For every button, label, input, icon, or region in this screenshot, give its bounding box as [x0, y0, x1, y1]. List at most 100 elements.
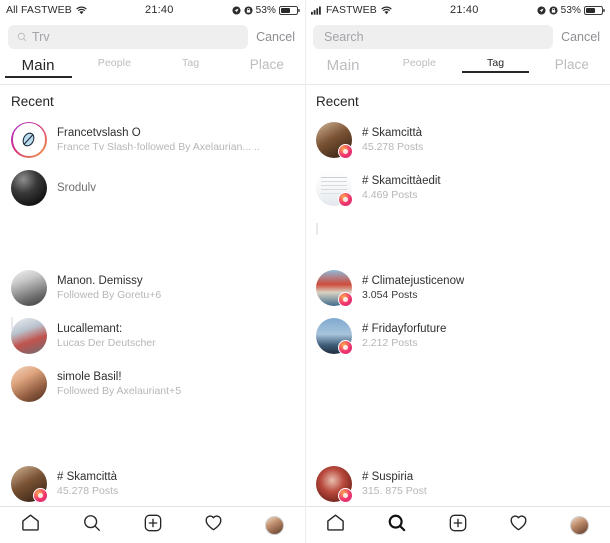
recent-results-list[interactable]: Recent # Skamcittà 45.278 Posts # Skamci [305, 85, 610, 506]
tab-tag[interactable]: Tag [458, 54, 534, 73]
list-item-text: # Skamcittà 45.278 Posts [362, 127, 423, 153]
list-item[interactable]: # Skamcittà 45.278 Posts [305, 116, 610, 163]
carrier-label: FASTWEB [326, 4, 377, 16]
sphere-avatar [11, 169, 47, 206]
rotation-lock-icon [244, 5, 253, 15]
recent-section-title: Recent [316, 94, 359, 109]
list-item-title: Manon. Demissy [57, 274, 143, 287]
add-post-icon [143, 513, 163, 538]
avatar [316, 121, 353, 159]
list-item-text: # Skamcittà 45.278 Posts [57, 471, 118, 497]
nav-search-button[interactable] [70, 510, 114, 540]
search-input[interactable]: Search [313, 25, 554, 49]
avatar [316, 465, 353, 503]
list-item[interactable]: # Fridayforfuture 2.212 Posts [305, 312, 610, 359]
avatar [11, 169, 47, 206]
phone-screen-left: All FASTWEB 21:40 53% Trv Cancel Main Pe… [0, 0, 305, 543]
list-item-text: # Suspiria 315. 875 Post [362, 471, 427, 497]
list-item-subtitle: 45.278 Posts [57, 484, 119, 497]
search-input-value: Trv [32, 30, 50, 44]
recent-results-list[interactable]: Recent Francetvslash O France Tv Slash·f… [0, 85, 305, 506]
list-item-title: # Skamcittàedit [362, 174, 441, 187]
heart-icon [203, 512, 224, 538]
battery-percent-label: 53% [560, 4, 581, 16]
list-item[interactable]: # Skamcittàedit 4.469 Posts [305, 164, 610, 211]
list-item[interactable]: Francetvslash O France Tv Slash·followed… [0, 116, 305, 163]
nav-activity-button[interactable] [192, 510, 236, 540]
clock-label: 21:40 [450, 4, 479, 16]
list-item[interactable]: simole Basil! Followed By Axelauriant+5 [0, 360, 305, 407]
nav-profile-button[interactable] [253, 510, 297, 540]
nav-profile-button[interactable] [558, 510, 602, 540]
dual-screenshot-container: All FASTWEB 21:40 53% Trv Cancel Main Pe… [0, 0, 610, 543]
list-item-title: Francetvslash O [57, 126, 141, 139]
search-tabs: Main People Tag Place [0, 54, 305, 85]
avatar [316, 169, 353, 207]
tab-main[interactable]: Main [305, 54, 381, 74]
search-icon [82, 513, 102, 538]
hashtag-badge-icon [338, 291, 353, 307]
search-input[interactable]: Trv [8, 25, 249, 49]
location-arrow-icon [537, 5, 546, 15]
status-bar-left: All FASTWEB [6, 4, 87, 16]
hashtag-badge-icon [338, 191, 353, 207]
nav-search-button[interactable] [375, 510, 419, 540]
avatar [11, 317, 47, 354]
list-item[interactable]: Srodulv [0, 164, 305, 211]
hashtag-badge-icon [338, 339, 353, 355]
phone-screen-right: FASTWEB 21:40 53% Search Cancel Main Peo… [305, 0, 610, 543]
battery-percent-label: 53% [255, 4, 276, 16]
home-icon [20, 512, 41, 538]
home-icon [325, 512, 346, 538]
list-item-title: # Skamcittà [57, 470, 118, 483]
list-item[interactable]: Manon. Demissy Followed By Goretu+6 [0, 264, 305, 311]
list-item-text: Srodulv [57, 182, 96, 194]
tab-people[interactable]: People [76, 54, 152, 69]
hashtag-badge-icon [338, 143, 353, 159]
bottom-navigation [0, 506, 305, 543]
list-item-text: # Skamcittàedit 4.469 Posts [362, 175, 441, 201]
rotation-lock-icon [549, 5, 558, 15]
list-item[interactable]: # Skamcittà 45.278 Posts [0, 460, 305, 506]
nav-add-post-button[interactable] [436, 510, 480, 540]
list-item-text: Lucallemant: Lucas Der Deutscher [57, 323, 156, 349]
bottom-navigation [305, 506, 610, 543]
avatar [316, 269, 353, 307]
tab-people[interactable]: People [381, 54, 457, 69]
nav-home-button[interactable] [9, 510, 53, 540]
cancel-button[interactable]: Cancel [561, 30, 602, 44]
nav-activity-button[interactable] [497, 510, 541, 540]
list-item[interactable]: # Suspiria 315. 875 Post [305, 460, 610, 506]
avatar [316, 317, 353, 355]
clock-label: 21:40 [145, 4, 174, 16]
tab-main[interactable]: Main [0, 54, 76, 78]
list-item-text: # Fridayforfuture 2.212 Posts [362, 323, 446, 349]
list-item[interactable]: # Climatejusticenow 3.054 Posts [305, 264, 610, 311]
tab-tag[interactable]: Tag [153, 54, 229, 69]
battery-icon [279, 5, 300, 15]
list-item-title: Srodulv [57, 181, 96, 194]
recent-section-title: Recent [11, 94, 54, 109]
list-item[interactable]: Lucallemant: Lucas Der Deutscher [0, 312, 305, 359]
list-item-subtitle: 3.054 Posts [362, 288, 418, 301]
tab-place[interactable]: Place [229, 54, 305, 72]
list-item-subtitle: 4.469 Posts [362, 188, 418, 201]
search-icon [387, 513, 407, 538]
list-item-subtitle: 45.278 Posts [362, 140, 424, 153]
avatar [11, 269, 47, 306]
list-item-title: Lucallemant: [57, 322, 123, 335]
list-item-title: # Climatejusticenow [362, 274, 465, 287]
list-item-title: simole Basil! [57, 370, 122, 383]
list-item-subtitle: 315. 875 Post [362, 484, 427, 497]
status-bar-left: FASTWEB [311, 4, 392, 16]
tab-place[interactable]: Place [534, 54, 610, 72]
person-avatar [11, 269, 47, 306]
list-item-title: # Skamcittà [362, 126, 423, 139]
nav-home-button[interactable] [314, 510, 358, 540]
status-bar: FASTWEB 21:40 53% [305, 0, 610, 20]
nav-add-post-button[interactable] [131, 510, 175, 540]
cancel-button[interactable]: Cancel [256, 30, 297, 44]
add-post-icon [448, 513, 468, 538]
list-item-subtitle: France Tv Slash·followed By Axelaurian..… [57, 140, 260, 153]
list-item-title: # Suspiria [362, 470, 414, 483]
